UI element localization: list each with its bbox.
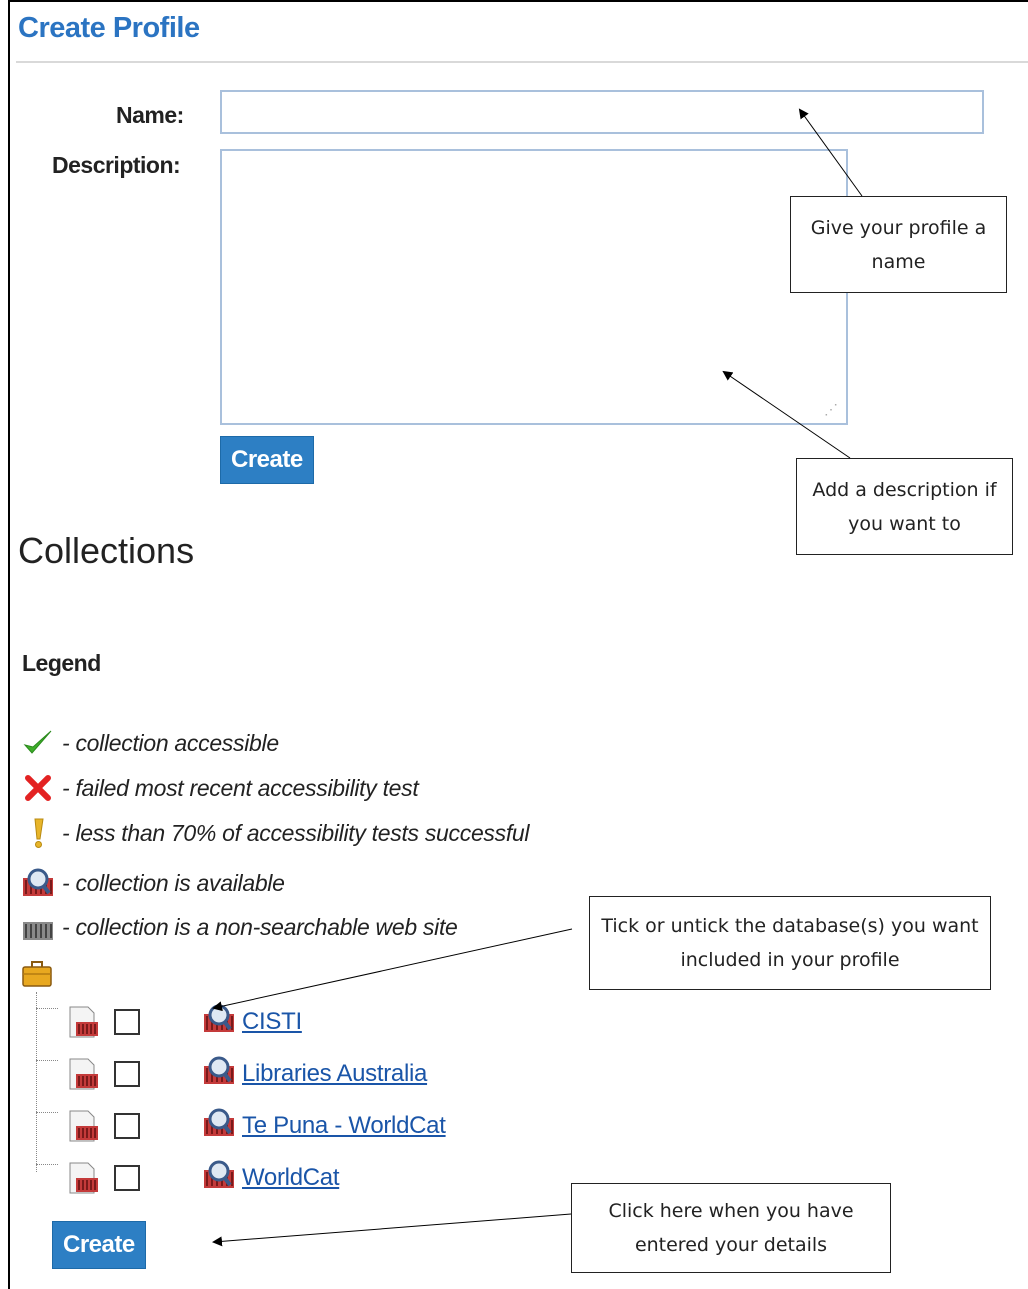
page-title: Create Profile [18,12,200,44]
callout-tick-hint: Tick or untick the database(s) you want … [589,896,991,990]
collection-checkbox-cisti[interactable] [114,1009,140,1035]
database-doc-icon [66,1160,102,1196]
legend-text: - collection accessible [62,729,279,756]
collection-link-te-puna-worldcat[interactable]: Te Puna - WorldCat [242,1112,446,1140]
exclamation-icon [20,816,56,850]
title-divider [16,61,1028,63]
top-border [8,0,1028,2]
legend-item-partial: - less than 70% of accessibility tests s… [20,816,530,850]
legend-heading: Legend [22,650,101,676]
collection-row-cisti: CISTI [66,1004,302,1040]
create-button-bottom[interactable]: Create [52,1221,146,1269]
tree-branch [36,1008,58,1009]
available-collection-icon [202,1160,238,1196]
legend-text: - less than 70% of accessibility tests s… [62,819,530,846]
available-collection-icon [202,1056,238,1092]
tree-branch [36,1060,58,1061]
available-collection-icon [20,866,56,900]
legend-item-accessible: - collection accessible [20,726,279,760]
collection-row-libraries-australia: Libraries Australia [66,1056,427,1092]
non-searchable-site-icon [20,910,56,944]
database-doc-icon [66,1056,102,1092]
collection-link-worldcat[interactable]: WorldCat [242,1164,339,1192]
callout-name-hint: Give your profile a name [790,196,1007,293]
name-input[interactable] [220,90,984,134]
legend-text: - failed most recent accessibility test [62,774,419,801]
legend-item-nonsearchable: - collection is a non-searchable web sit… [20,910,458,944]
collection-row-worldcat: WorldCat [66,1160,339,1196]
legend-text: - collection is a non-searchable web sit… [62,913,458,940]
available-collection-icon [202,1004,238,1040]
legend-text: - collection is available [62,869,285,896]
arrow-to-create-button [212,1213,572,1247]
tree-branch [36,1112,58,1113]
name-label: Name: [116,102,184,128]
tree-branch [36,1164,58,1165]
callout-description-hint: Add a description if you want to [796,458,1013,555]
briefcase-icon[interactable] [22,960,52,993]
description-label: Description: [52,152,181,178]
callout-create-hint: Click here when you have entered your de… [571,1183,891,1273]
collection-row-te-puna-worldcat: Te Puna - WorldCat [66,1108,446,1144]
database-doc-icon [66,1108,102,1144]
collection-checkbox-libraries-australia[interactable] [114,1061,140,1087]
create-button-top[interactable]: Create [220,436,314,484]
collection-checkbox-te-puna-worldcat[interactable] [114,1113,140,1139]
database-doc-icon [66,1004,102,1040]
description-textarea[interactable] [220,149,848,425]
legend-item-available: - collection is available [20,866,285,900]
available-collection-icon [202,1108,238,1144]
checkmark-icon [20,726,56,760]
collection-link-libraries-australia[interactable]: Libraries Australia [242,1060,427,1088]
collections-heading: Collections [18,530,195,571]
legend-item-failed: - failed most recent accessibility test [20,771,419,805]
resize-grip-icon[interactable]: ⋰ [824,402,838,416]
collection-link-cisti[interactable]: CISTI [242,1008,302,1036]
left-border [8,0,10,1289]
red-x-icon [20,771,56,805]
tree-line [36,992,37,1172]
collection-checkbox-worldcat[interactable] [114,1165,140,1191]
